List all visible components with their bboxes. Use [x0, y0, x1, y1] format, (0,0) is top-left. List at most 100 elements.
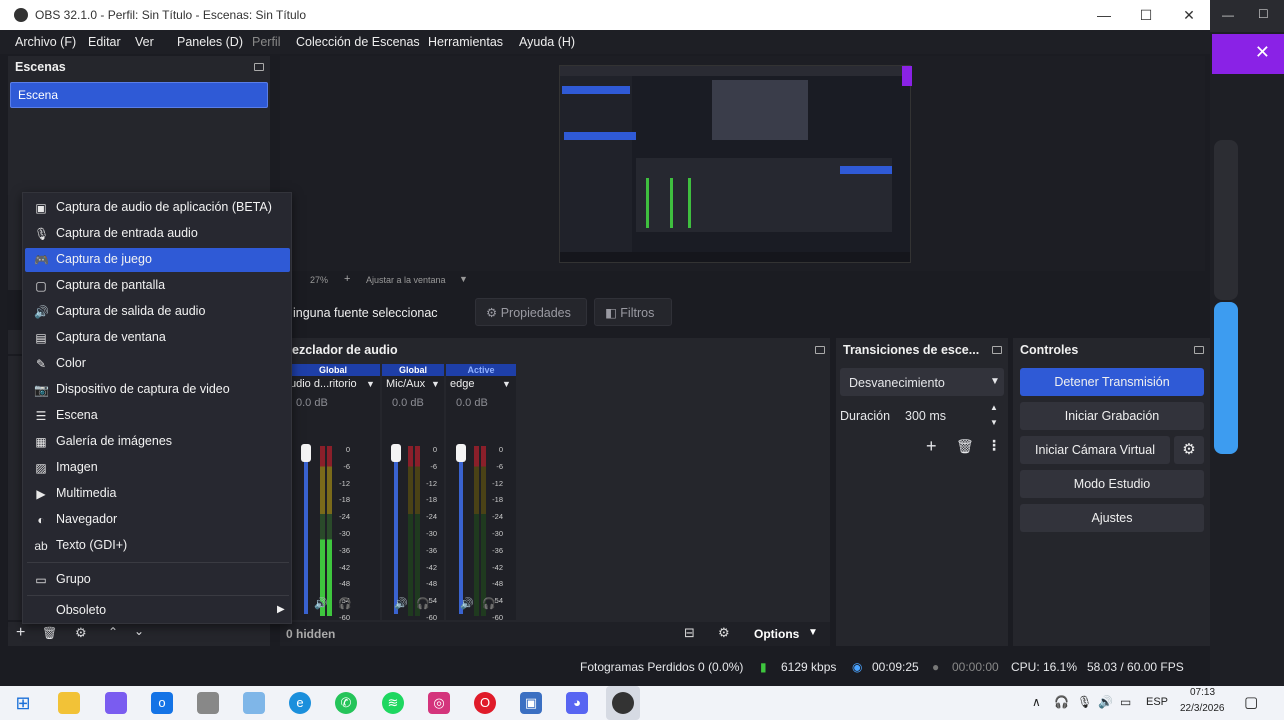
clock-date[interactable]: 22/3/2026	[1180, 703, 1225, 714]
menu-item-media[interactable]: ▶ Multimedia	[25, 482, 290, 506]
options-button[interactable]: Options	[754, 627, 799, 641]
menu-coleccion[interactable]: Colección de Escenas	[296, 35, 420, 49]
close-button[interactable]: ✕	[1175, 3, 1203, 27]
undock-icon[interactable]	[254, 63, 264, 71]
fader-knob[interactable]	[391, 444, 401, 462]
speaker-icon[interactable]: 🔊	[314, 597, 328, 610]
menu-herramientas[interactable]: Herramientas	[428, 35, 503, 49]
virtual-camera-button[interactable]: Iniciar Cámara Virtual	[1020, 436, 1170, 464]
virtual-camera-settings-icon[interactable]: ⚙	[1174, 436, 1204, 464]
channel-dropdown-icon[interactable]: ▼	[431, 379, 440, 389]
background-minimize-icon[interactable]: —	[1222, 8, 1234, 22]
remove-source-icon[interactable]: 🗑	[42, 626, 57, 640]
notes-icon[interactable]	[243, 692, 265, 714]
undock-icon[interactable]	[815, 346, 825, 354]
menu-item-window-capture[interactable]: ▤ Captura de ventana	[25, 326, 290, 350]
volume-fader[interactable]	[304, 444, 308, 614]
menu-ayuda[interactable]: Ayuda (H)	[519, 35, 575, 49]
more-icon[interactable]: ⋮	[987, 437, 1001, 454]
menu-item-game-capture[interactable]: 🎮 Captura de juego	[25, 248, 290, 272]
scene-item[interactable]: Escena	[10, 82, 268, 108]
spotify-icon[interactable]: ≋	[382, 692, 404, 714]
menu-ver[interactable]: Ver	[135, 35, 154, 49]
start-recording-button[interactable]: Iniciar Grabación	[1020, 402, 1204, 430]
menu-item-audio-output[interactable]: 🔊 Captura de salida de audio	[25, 300, 290, 324]
start-icon[interactable]: ⊞	[12, 692, 34, 714]
undock-icon[interactable]	[992, 346, 1002, 354]
menu-item-deprecated[interactable]: Obsoleto ▶	[25, 599, 290, 623]
menu-paneles[interactable]: Paneles (D)	[177, 35, 243, 49]
notification-close-icon[interactable]: ✕	[1212, 34, 1284, 74]
trash-icon[interactable]: 🗑	[956, 438, 974, 455]
fader-knob[interactable]	[456, 444, 466, 462]
options-dropdown-icon[interactable]: ▼	[808, 627, 818, 638]
discord-icon[interactable]: ◕	[566, 692, 588, 714]
menu-item-display-capture[interactable]: ▢ Captura de pantalla	[25, 274, 290, 298]
network-icon[interactable]: ▭	[1120, 695, 1131, 709]
duration-input[interactable]: 300 ms ▲ ▼	[898, 402, 1004, 430]
menu-item-app-audio[interactable]: ▣ Captura de audio de aplicación (BETA)	[25, 196, 290, 220]
menu-item-gallery[interactable]: ▦ Galería de imágenes	[25, 430, 290, 454]
opera-icon[interactable]: O	[474, 692, 496, 714]
file-explorer-icon[interactable]	[58, 692, 80, 714]
instagram-icon[interactable]: ◎	[428, 692, 450, 714]
outlook-icon[interactable]: o	[151, 692, 173, 714]
remote-desktop-icon[interactable]: ▣	[520, 692, 542, 714]
headphones-icon[interactable]: 🎧	[416, 597, 430, 610]
menu-item-color[interactable]: ✎ Color	[25, 352, 290, 376]
speaker-icon[interactable]: 🔊	[394, 597, 408, 610]
menu-item-scene[interactable]: ☰ Escena	[25, 404, 290, 428]
stop-stream-button[interactable]: Detener Transmisión	[1020, 368, 1204, 396]
menu-item-text[interactable]: ab Texto (GDI+)	[25, 534, 290, 558]
whatsapp-icon[interactable]: ✆	[335, 692, 357, 714]
properties-button[interactable]: ⚙ Propiedades	[475, 298, 587, 326]
notification-icon[interactable]: ▢	[1244, 693, 1258, 711]
add-transition-icon[interactable]: +	[926, 436, 937, 457]
headset-icon[interactable]: 🎧	[1054, 695, 1069, 709]
edge-icon[interactable]: e	[289, 692, 311, 714]
filters-button[interactable]: ◧ Filtros	[594, 298, 672, 326]
fader-knob[interactable]	[301, 444, 311, 462]
clock-time[interactable]: 07:13	[1190, 687, 1215, 698]
headphones-icon[interactable]: 🎧	[338, 597, 352, 610]
volume-fader[interactable]	[394, 444, 398, 614]
transition-select[interactable]: Desvanecimiento ▼	[840, 368, 1004, 396]
volume-icon[interactable]: 🔊	[1098, 695, 1113, 709]
fit-dropdown-icon[interactable]: ▼	[459, 274, 468, 284]
zoom-in-icon[interactable]: +	[344, 273, 350, 285]
minimize-button[interactable]: —	[1090, 3, 1118, 27]
menu-item-audio-input[interactable]: 🎙 Captura de entrada audio	[25, 222, 290, 246]
menu-item-browser[interactable]: ◐ Navegador	[25, 508, 290, 532]
move-up-icon[interactable]: ⌃	[108, 625, 118, 639]
menu-archivo[interactable]: Archivo (F)	[15, 35, 76, 49]
spin-down-icon[interactable]: ▼	[990, 418, 998, 427]
headphones-icon[interactable]: 🎧	[482, 597, 496, 610]
fit-window-select[interactable]: Ajustar a la ventana	[366, 275, 446, 285]
menu-item-group[interactable]: ▭ Grupo	[25, 568, 290, 592]
studio-mode-button[interactable]: Modo Estudio	[1020, 470, 1204, 498]
layout-icon[interactable]: ⊟	[684, 625, 695, 641]
preview-canvas[interactable]	[559, 65, 912, 263]
menu-item-video-device[interactable]: 📷 Dispositivo de captura de video	[25, 378, 290, 402]
settings-button[interactable]: Ajustes	[1020, 504, 1204, 532]
channel-dropdown-icon[interactable]: ▼	[502, 379, 511, 389]
menu-item-image[interactable]: ▨ Imagen	[25, 456, 290, 480]
add-source-icon[interactable]: +	[16, 624, 25, 642]
app-icon[interactable]	[197, 692, 219, 714]
obs-taskbar-button[interactable]	[606, 686, 640, 720]
move-down-icon[interactable]: ⌄	[134, 624, 144, 638]
spin-up-icon[interactable]: ▲	[990, 403, 998, 412]
menu-editar[interactable]: Editar	[88, 35, 121, 49]
mixer-settings-icon[interactable]: ⚙	[718, 625, 730, 641]
tray-chevron-icon[interactable]: ∧	[1032, 695, 1041, 709]
maximize-button[interactable]: ☐	[1132, 3, 1160, 27]
source-properties-icon[interactable]: ⚙	[75, 625, 87, 641]
copilot-icon[interactable]	[105, 692, 127, 714]
mic-icon[interactable]: 🎙	[1077, 695, 1092, 709]
volume-fader[interactable]	[459, 444, 463, 614]
menu-perfil[interactable]: Perfil	[252, 35, 280, 49]
undock-icon[interactable]	[1194, 346, 1204, 354]
background-maximize-icon[interactable]: ☐	[1258, 7, 1269, 21]
channel-dropdown-icon[interactable]: ▼	[366, 379, 375, 389]
speaker-icon[interactable]: 🔊	[460, 597, 474, 610]
